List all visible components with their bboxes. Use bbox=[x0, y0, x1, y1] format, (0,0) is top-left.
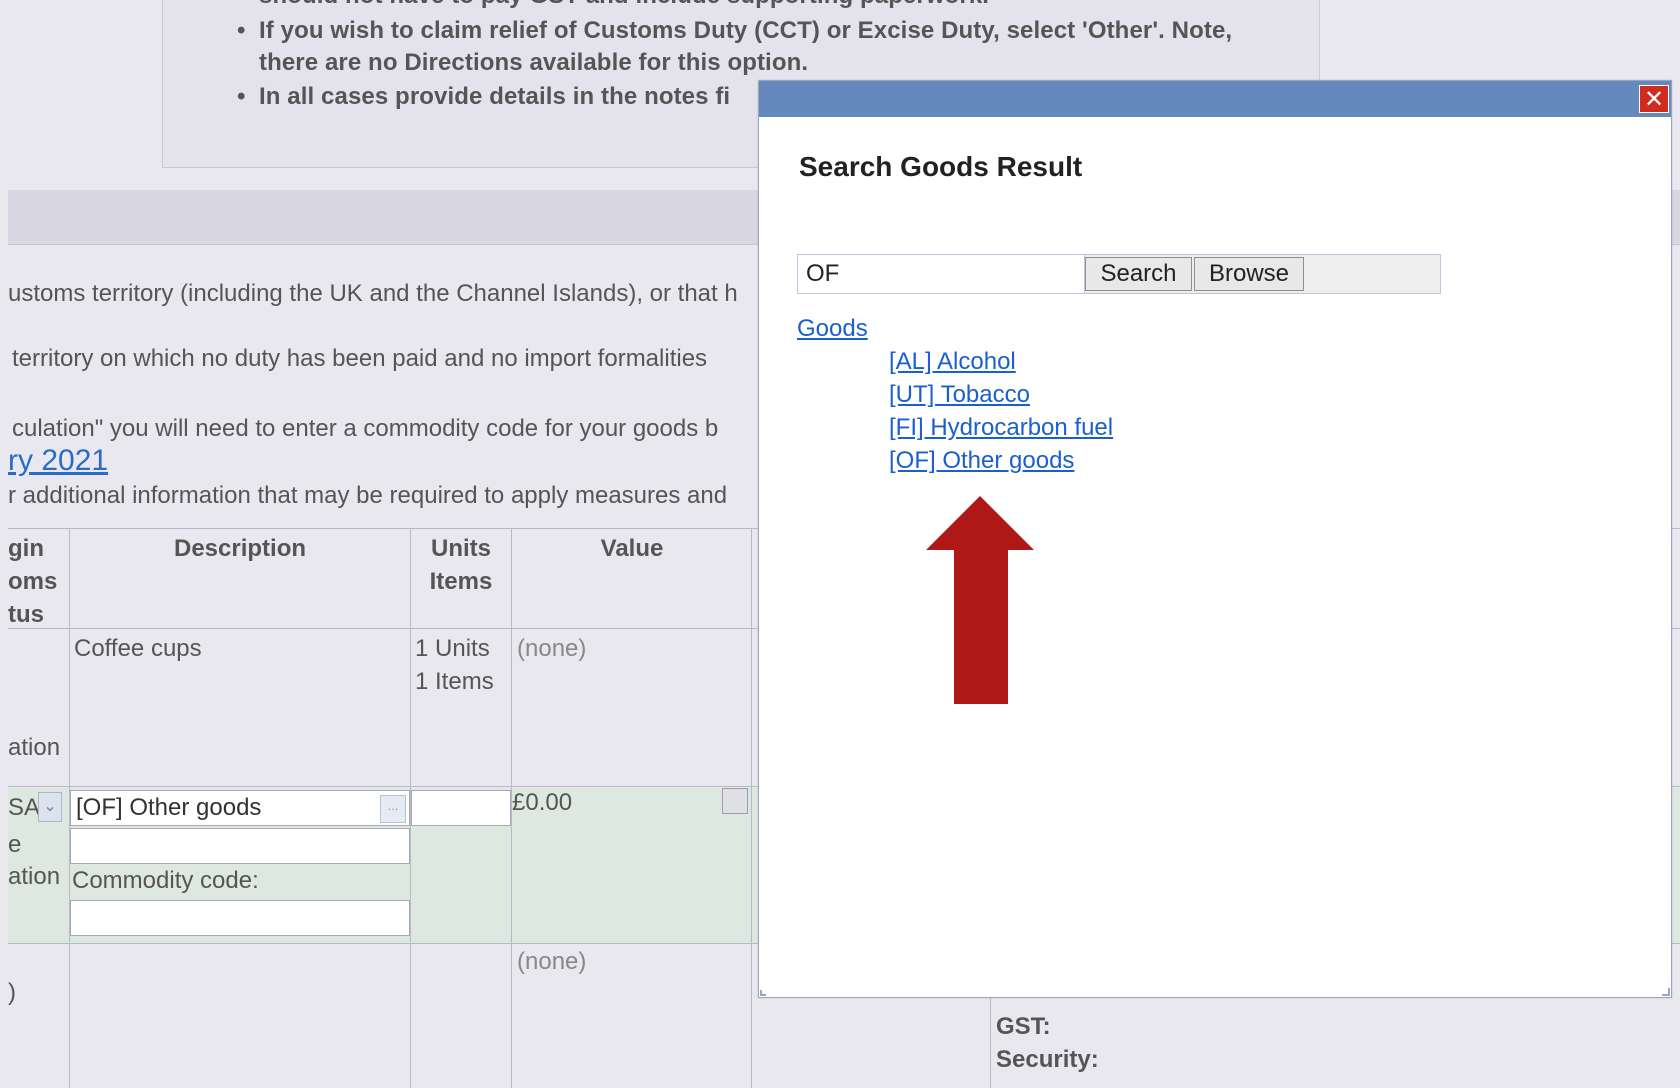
paragraph-line: ustoms territory (including the UK and t… bbox=[8, 280, 738, 307]
origin-header: gin oms tus bbox=[8, 535, 58, 628]
table-border bbox=[751, 528, 752, 1088]
close-icon[interactable]: ✕ bbox=[1639, 85, 1669, 113]
commodity-code-input[interactable] bbox=[70, 900, 410, 936]
search-button[interactable]: Search bbox=[1085, 257, 1192, 291]
units-items-header: Units Items bbox=[429, 535, 493, 595]
paragraph-line: territory on which no duty has been paid… bbox=[12, 345, 708, 372]
description-header: Description bbox=[173, 535, 307, 562]
value-header: Value bbox=[600, 535, 664, 562]
dialog-title: Search Goods Result bbox=[799, 151, 1083, 182]
annotation-arrow-head bbox=[926, 496, 1034, 550]
browse-button[interactable]: Browse bbox=[1194, 257, 1304, 291]
description-extra-input[interactable] bbox=[70, 828, 410, 864]
row-value: £0.00 bbox=[512, 789, 573, 816]
commodity-code-label: Commodity code: bbox=[72, 867, 259, 894]
row-origin-fragment: ation bbox=[8, 734, 61, 761]
instruction-bullet: • In all cases provide details in the not… bbox=[237, 83, 731, 110]
row-description: Coffee cups bbox=[74, 635, 202, 662]
chevron-down-icon[interactable]: ⌄ bbox=[38, 792, 62, 822]
tree-item-other-goods[interactable]: [OF] Other goods bbox=[889, 447, 1074, 475]
origin-select-value[interactable]: SA bbox=[8, 791, 40, 824]
instruction-bullet: • If you wish to claim relief of Customs … bbox=[237, 17, 1233, 44]
units-input[interactable] bbox=[411, 790, 511, 826]
tree-item-tobacco[interactable]: [UT] Tobacco bbox=[889, 381, 1030, 409]
paragraph-line: culation" you will need to enter a commo… bbox=[12, 415, 719, 442]
tree-item-hydrocarbon-fuel[interactable]: [FI] Hydrocarbon fuel bbox=[889, 414, 1113, 442]
instruction-line: should not have to pay GST and include s… bbox=[259, 0, 989, 10]
search-goods-dialog: ✕ Search Goods Result OF Search Browse G… bbox=[758, 80, 1672, 998]
row-units: 1 Units bbox=[415, 635, 490, 662]
annotation-arrow-shaft bbox=[954, 548, 1008, 704]
tariff-link[interactable]: ry 2021 bbox=[8, 444, 108, 478]
instruction-line: there are no Directions available for th… bbox=[259, 49, 809, 76]
security-label: Security: bbox=[996, 1046, 1099, 1073]
goods-description-input[interactable]: [OF] Other goods bbox=[70, 790, 410, 826]
table-border bbox=[990, 990, 991, 1088]
dialog-titlebar[interactable]: ✕ bbox=[759, 81, 1671, 117]
gst-label: GST: bbox=[996, 1013, 1051, 1040]
row-origin-fragment: e bbox=[8, 831, 22, 858]
row-origin-fragment: ) bbox=[8, 979, 16, 1006]
tree-item-alcohol[interactable]: [AL] Alcohol bbox=[889, 348, 1016, 376]
search-bar: OF Search Browse bbox=[797, 254, 1441, 294]
row-value: (none) bbox=[517, 635, 587, 662]
search-input[interactable]: OF bbox=[798, 255, 1085, 293]
resize-grip[interactable] bbox=[1662, 988, 1670, 996]
row-value: (none) bbox=[517, 948, 587, 975]
row-origin-fragment: ation bbox=[8, 863, 61, 890]
row-checkbox[interactable] bbox=[722, 788, 748, 814]
row-items: 1 Items bbox=[415, 668, 494, 695]
resize-grip[interactable] bbox=[760, 990, 766, 996]
paragraph-line: r additional information that may be req… bbox=[8, 482, 728, 509]
goods-lookup-button[interactable]: ... bbox=[380, 795, 406, 823]
tree-root-goods[interactable]: Goods bbox=[797, 315, 868, 343]
